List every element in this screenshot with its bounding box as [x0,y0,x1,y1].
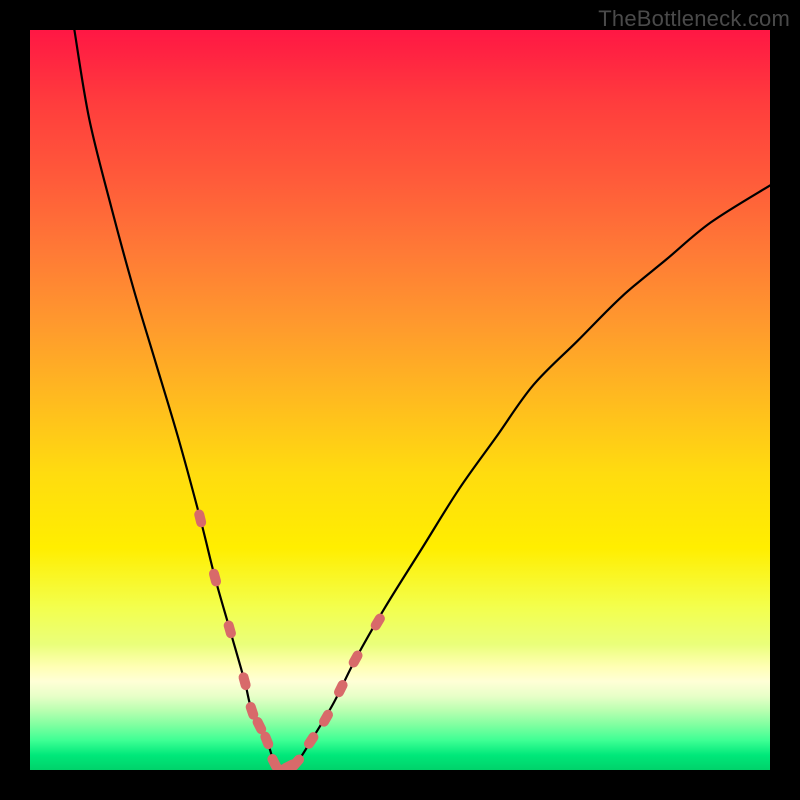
highlight-marker [208,568,222,588]
bottleneck-curve [74,30,770,770]
highlight-marker [237,671,251,691]
curve-svg [30,30,770,770]
highlight-marker [347,649,364,670]
highlight-marker [332,678,349,699]
highlight-marker [193,508,207,528]
highlight-marker [302,730,320,751]
highlight-markers [193,508,387,770]
plot-area [30,30,770,770]
chart-frame: TheBottleneck.com [0,0,800,800]
watermark-text: TheBottleneck.com [598,6,790,32]
highlight-marker [223,619,238,639]
